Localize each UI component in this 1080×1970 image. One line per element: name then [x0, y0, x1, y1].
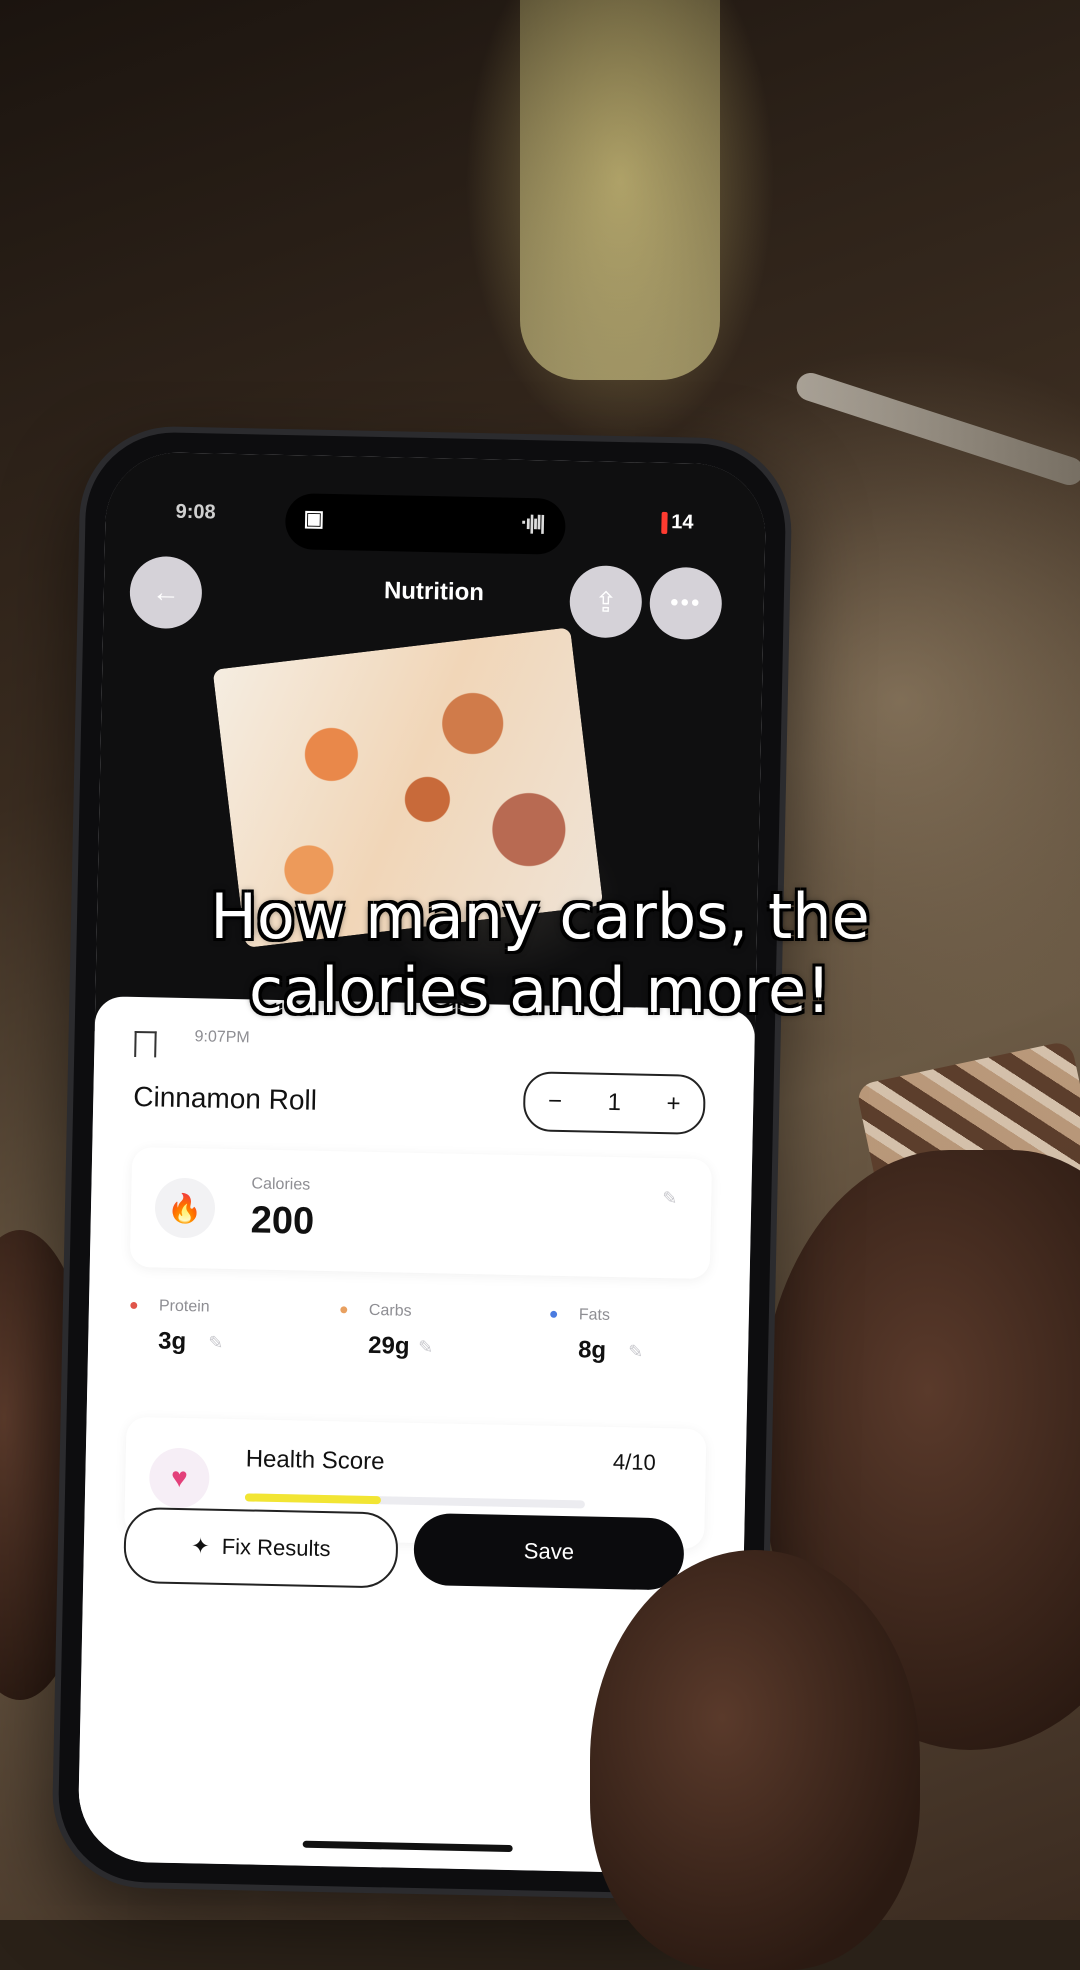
- entry-time: 9:07PM: [194, 1028, 250, 1047]
- carbs-value: 29g: [367, 1331, 410, 1360]
- health-score-fill: [244, 1493, 382, 1505]
- protein-value: 3g: [157, 1327, 187, 1356]
- food-name: Cinnamon Roll: [133, 1080, 318, 1116]
- battery-indicator: 14: [660, 511, 694, 535]
- calories-label: Calories: [251, 1175, 311, 1194]
- macro-protein[interactable]: ● Protein 3g ✎: [117, 1287, 299, 1391]
- dynamic-island: ▣ ·ı|ıl|: [284, 493, 566, 555]
- bookmark-icon[interactable]: [134, 1030, 157, 1058]
- macros-row: ● Protein 3g ✎ ● Carbs 29g ✎ ● Fats 8g ✎: [117, 1287, 719, 1410]
- macro-carbs[interactable]: ● Carbs 29g ✎: [327, 1291, 509, 1395]
- save-label: Save: [523, 1538, 575, 1565]
- waveform-icon: ·ı|ıl|: [520, 511, 544, 535]
- edit-icon[interactable]: ✎: [662, 1188, 678, 1209]
- fix-results-label: Fix Results: [221, 1533, 331, 1562]
- protein-label: Protein: [158, 1297, 210, 1316]
- health-score-label: Health Score: [245, 1445, 385, 1476]
- increment-button[interactable]: +: [666, 1090, 681, 1118]
- share-icon: ⇪: [593, 585, 618, 618]
- status-time: 9:08: [175, 500, 216, 524]
- battery-level: 14: [670, 511, 694, 534]
- fats-label: Fats: [578, 1306, 611, 1324]
- flame-icon: 🔥: [154, 1177, 216, 1239]
- edit-icon[interactable]: ✎: [628, 1341, 644, 1362]
- fix-results-button[interactable]: ✦ Fix Results: [123, 1506, 399, 1589]
- drink-glass: [520, 0, 720, 380]
- quantity-stepper: − 1 +: [522, 1071, 706, 1135]
- edit-icon[interactable]: ✎: [208, 1333, 224, 1354]
- macro-fats[interactable]: ● Fats 8g ✎: [537, 1295, 719, 1399]
- decrement-button[interactable]: −: [548, 1088, 563, 1116]
- carbs-icon: ●: [338, 1301, 349, 1319]
- sparkle-icon: ✦: [191, 1533, 211, 1559]
- protein-icon: ●: [128, 1296, 139, 1315]
- table-knife: [793, 369, 1080, 489]
- calories-value: 200: [250, 1199, 315, 1243]
- thumb: [590, 1550, 920, 1970]
- fats-icon: ●: [548, 1305, 559, 1323]
- carbs-label: Carbs: [368, 1301, 412, 1320]
- save-button[interactable]: Save: [413, 1512, 685, 1591]
- health-score-value: 4/10: [612, 1449, 657, 1475]
- broken-heart-icon: ♥: [148, 1447, 210, 1509]
- health-score-bar: [244, 1493, 585, 1509]
- caption-line-2: calories and more!: [249, 954, 831, 1027]
- calories-card[interactable]: 🔥 Calories 200 ✎: [129, 1146, 713, 1280]
- caption-line-1: How many carbs, the: [210, 880, 870, 953]
- quantity-value: 1: [607, 1088, 622, 1117]
- battery-bar: [660, 511, 668, 534]
- app-icon: ▣: [303, 505, 325, 531]
- video-caption: How many carbs, the calories and more!: [0, 880, 1080, 1028]
- more-dots-icon: •••: [669, 589, 702, 617]
- fats-value: 8g: [577, 1336, 607, 1364]
- edit-icon[interactable]: ✎: [418, 1337, 434, 1358]
